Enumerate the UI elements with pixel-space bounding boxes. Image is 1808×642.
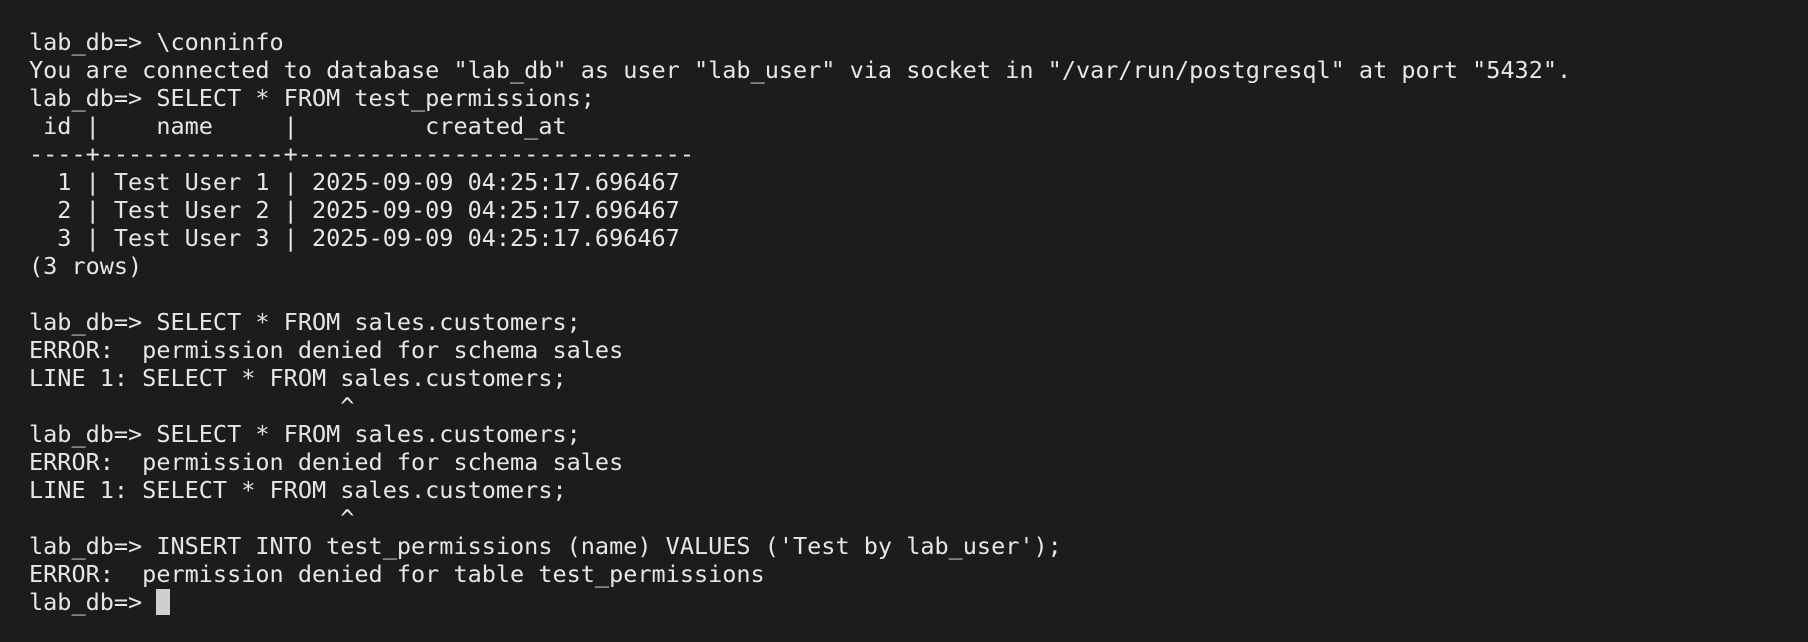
prompt: lab_db=> [29, 588, 157, 616]
error-message: ERROR: permission denied for schema sale… [29, 336, 624, 364]
terminal-line: lab_db=> SELECT * FROM sales.customers; [29, 308, 581, 336]
table-row: 1 | Test User 1 | 2025-09-09 04:25:17.69… [29, 168, 680, 196]
table-header: id | name | created_at [29, 112, 567, 140]
terminal-line: lab_db=> \conninfo [29, 28, 284, 56]
terminal-line: lab_db=> SELECT * FROM sales.customers; [29, 420, 581, 448]
error-message: ERROR: permission denied for schema sale… [29, 448, 624, 476]
terminal-window[interactable]: lab_db=> \conninfo You are connected to … [0, 0, 1808, 642]
error-caret: ^ [29, 392, 355, 420]
terminal-line: lab_db=> INSERT INTO test_permissions (n… [29, 532, 1062, 560]
prompt-line[interactable]: lab_db=> [29, 588, 1808, 616]
terminal-line: You are connected to database "lab_db" a… [29, 56, 1572, 84]
error-message: ERROR: permission denied for table test_… [29, 560, 765, 588]
error-line-context: LINE 1: SELECT * FROM sales.customers; [29, 364, 567, 392]
text-cursor [156, 589, 171, 615]
table-row: 2 | Test User 2 | 2025-09-09 04:25:17.69… [29, 196, 680, 224]
table-row: 3 | Test User 3 | 2025-09-09 04:25:17.69… [29, 224, 680, 252]
error-caret: ^ [29, 504, 355, 532]
table-separator: ----+-------------+---------------------… [29, 140, 694, 168]
terminal-line: lab_db=> SELECT * FROM test_permissions; [29, 84, 595, 112]
row-count: (3 rows) [29, 252, 143, 280]
error-line-context: LINE 1: SELECT * FROM sales.customers; [29, 476, 567, 504]
